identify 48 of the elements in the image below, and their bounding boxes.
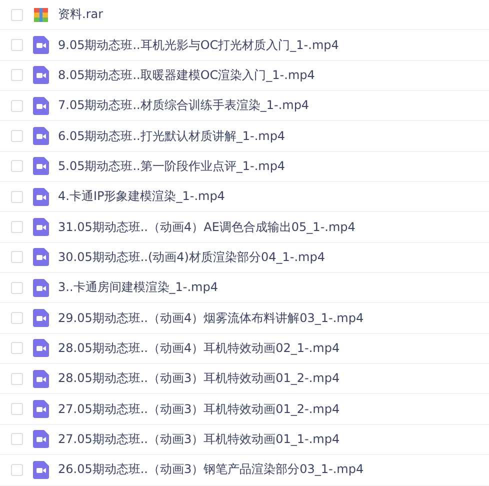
checkbox[interactable] bbox=[11, 342, 23, 354]
video-icon bbox=[33, 339, 49, 358]
video-icon bbox=[33, 309, 49, 328]
video-icon bbox=[33, 400, 49, 418]
checkbox[interactable] bbox=[11, 190, 23, 203]
checkbox[interactable] bbox=[11, 464, 23, 476]
video-icon bbox=[33, 430, 49, 448]
video-icon bbox=[33, 188, 49, 206]
file-name[interactable]: 4.卡通IP形象建模渲染_1-.mp4 bbox=[58, 188, 225, 206]
video-icon bbox=[33, 127, 49, 146]
file-name[interactable]: 3..卡通房间建模渲染_1-.mp4 bbox=[58, 279, 218, 296]
checkbox[interactable] bbox=[11, 403, 23, 416]
file-name[interactable]: 31.05期动态班..（动画4）AE调色合成输出05_1-.mp4 bbox=[58, 218, 356, 236]
checkbox[interactable] bbox=[11, 282, 23, 294]
file-name[interactable]: 资料.rar bbox=[58, 6, 104, 24]
checkbox[interactable] bbox=[11, 69, 23, 82]
file-name[interactable]: 5.05期动态班..第一阶段作业点评_1-.mp4 bbox=[58, 158, 286, 175]
file-name[interactable]: 29.05期动态班..（动画4）烟雾流体布料讲解03_1-.mp4 bbox=[58, 310, 364, 327]
checkbox[interactable] bbox=[11, 221, 23, 234]
checkbox[interactable] bbox=[11, 39, 23, 52]
video-icon bbox=[33, 248, 49, 266]
file-name[interactable]: 27.05期动态班..（动画3）耳机特效动画01_1-.mp4 bbox=[58, 430, 340, 448]
archive-icon bbox=[33, 6, 49, 23]
file-name[interactable]: 7.05期动态班..材质综合训练手表渲染_1-.mp4 bbox=[58, 97, 310, 114]
checkbox[interactable] bbox=[11, 130, 23, 142]
file-name[interactable]: 27.05期动态班..（动画3）耳机特效动画01_2-.mp4 bbox=[58, 400, 340, 418]
file-name[interactable]: 8.05期动态班..取暖器建模OC渲染入门_1-.mp4 bbox=[58, 66, 315, 84]
file-name[interactable]: 9.05期动态班..耳机光影与OC打光材质入门_1-.mp4 bbox=[58, 36, 339, 54]
checkbox[interactable] bbox=[11, 100, 23, 112]
checkbox[interactable] bbox=[11, 251, 23, 264]
checkbox[interactable] bbox=[11, 160, 23, 172]
video-icon bbox=[33, 218, 49, 236]
video-icon bbox=[33, 370, 49, 388]
video-icon bbox=[33, 66, 49, 84]
video-icon bbox=[33, 36, 49, 54]
checkbox[interactable] bbox=[11, 433, 23, 446]
checkbox[interactable] bbox=[11, 8, 23, 21]
checkbox[interactable] bbox=[11, 372, 23, 385]
file-name[interactable]: 6.05期动态班..打光默认材质讲解_1-.mp4 bbox=[58, 128, 286, 145]
file-name[interactable]: 28.05期动态班..（动画4）耳机特效动画02_1-.mp4 bbox=[58, 340, 340, 357]
video-icon bbox=[33, 460, 49, 479]
file-name[interactable]: 30.05期动态班..(动画4)材质渲染部分04_1-.mp4 bbox=[58, 248, 325, 266]
file-name[interactable]: 28.05期动态班..（动画3）耳机特效动画01_2-.mp4 bbox=[58, 370, 340, 388]
video-icon bbox=[33, 96, 49, 115]
video-icon bbox=[33, 278, 49, 297]
video-icon bbox=[33, 157, 49, 176]
file-name[interactable]: 26.05期动态班..（动画3）钢笔产品渲染部分03_1-.mp4 bbox=[58, 461, 364, 478]
checkbox[interactable] bbox=[11, 312, 23, 324]
